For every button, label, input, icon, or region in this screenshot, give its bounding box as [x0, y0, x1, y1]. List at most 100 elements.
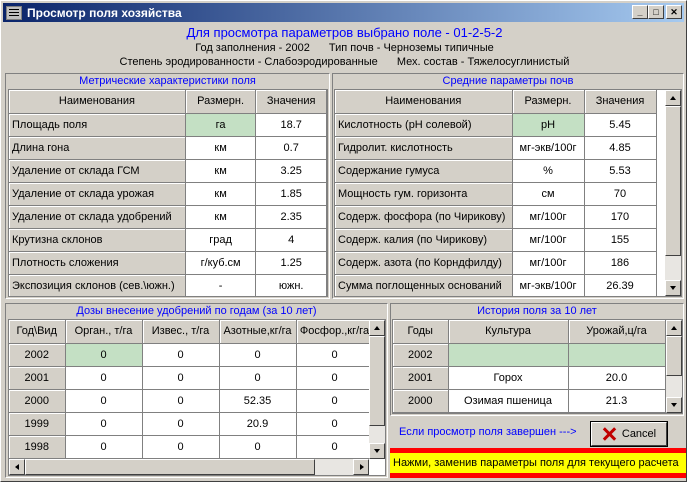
history-cell[interactable]: Горох — [448, 366, 569, 390]
soil-cell[interactable]: Содержание гумуса — [335, 159, 513, 183]
metric-row[interactable]: Экспозиция склонов (сев.\южн.) - южн. — [9, 274, 327, 296]
doses-cell[interactable]: 0 — [219, 343, 297, 367]
soil-row[interactable]: Содерж. фосфора (по Чирикову) мг/100г 170 — [335, 205, 657, 229]
metric-cell[interactable]: южн. — [255, 274, 327, 296]
history-cell[interactable]: Озимая пшеница — [448, 389, 569, 413]
metric-row[interactable]: Удаление от склада урожая км 1.85 — [9, 182, 327, 206]
doses-grid[interactable]: Год\Вид Орган., т/га Извес., т/га Азотные,к… — [8, 319, 386, 476]
doses-cell[interactable]: 0 — [65, 412, 143, 436]
metric-cell[interactable]: град — [185, 228, 257, 252]
doses-cell[interactable]: 0 — [296, 412, 374, 436]
doses-cell[interactable]: 1998 — [9, 435, 66, 459]
doses-cell[interactable]: 0 — [296, 366, 374, 390]
soil-cell[interactable]: 26.39 — [584, 274, 657, 296]
doses-cell[interactable]: 52.35 — [219, 389, 297, 413]
soil-cell[interactable]: мг/100г — [512, 251, 585, 275]
doses-row[interactable]: 2000 0 0 52.35 0 — [9, 389, 374, 413]
doses-cell[interactable]: 0 — [142, 435, 220, 459]
soil-cell[interactable]: Гидролит. кислотность — [335, 136, 513, 160]
metric-cell[interactable]: Крутизна склонов — [9, 228, 186, 252]
scroll-up-icon[interactable] — [666, 320, 682, 336]
history-row[interactable]: 2000 Озимая пшеница 21.3 — [393, 389, 666, 413]
metric-cell[interactable]: Плотность сложения — [9, 251, 186, 275]
history-row[interactable]: 2002 — [393, 343, 666, 367]
doses-cell[interactable]: 0 — [142, 389, 220, 413]
history-col-header[interactable]: Годы — [393, 320, 449, 344]
doses-row[interactable]: 1998 0 0 0 0 — [9, 435, 374, 459]
doses-cell[interactable]: 0 — [65, 343, 143, 367]
metric-cell[interactable]: км — [185, 159, 257, 183]
metric-cell[interactable]: 1.85 — [255, 182, 327, 206]
scroll-up-icon[interactable] — [369, 320, 385, 336]
metric-row[interactable]: Крутизна склонов град 4 — [9, 228, 327, 252]
soil-row[interactable]: Содерж. азота (по Корндфилду) мг/100г 186 — [335, 251, 657, 275]
soil-cell[interactable]: 5.53 — [584, 159, 657, 183]
metric-col-header[interactable]: Размерн. — [185, 90, 257, 114]
metric-cell[interactable]: 2.35 — [255, 205, 327, 229]
metric-col-header[interactable]: Наименования — [9, 90, 186, 114]
scroll-left-icon[interactable] — [9, 459, 25, 475]
doses-vscroll[interactable] — [369, 320, 385, 459]
history-cell[interactable] — [568, 343, 666, 367]
soil-cell[interactable]: Сумма поглощенных оснований — [335, 274, 513, 296]
soil-row[interactable]: Содерж. калия (по Чирикову) мг/100г 155 — [335, 228, 657, 252]
metric-cell[interactable]: Экспозиция склонов (сев.\южн.) — [9, 274, 186, 296]
soil-row[interactable]: Кислотность (pH солевой) pH 5.45 — [335, 113, 657, 137]
title-bar[interactable]: Просмотр поля хозяйства _ □ ✕ — [3, 3, 684, 22]
soil-cell[interactable]: мг-экв/100г — [512, 136, 585, 160]
soil-vscroll[interactable] — [665, 90, 681, 296]
doses-cell[interactable]: 0 — [65, 389, 143, 413]
metric-row[interactable]: Плотность сложения г/куб.см 1.25 — [9, 251, 327, 275]
soil-cell[interactable]: мг/100г — [512, 228, 585, 252]
soil-cell[interactable]: % — [512, 159, 585, 183]
metric-cell[interactable]: Удаление от склада урожая — [9, 182, 186, 206]
history-grid[interactable]: Годы Культура Урожай,ц/га 2002 2001 Горох 20.… — [392, 319, 683, 414]
soil-row[interactable]: Содержание гумуса% 5.53 — [335, 159, 657, 183]
doses-cell[interactable]: 0 — [142, 343, 220, 367]
doses-col-header[interactable]: Орган., т/га — [65, 320, 143, 344]
doses-cell[interactable]: 0 — [296, 435, 374, 459]
doses-cell[interactable]: 1999 — [9, 412, 66, 436]
soil-scroll-thumb[interactable] — [665, 106, 681, 256]
doses-cell[interactable]: 0 — [65, 366, 143, 390]
metric-cell[interactable]: 1.25 — [255, 251, 327, 275]
metric-grid[interactable]: Наименования Размерн. Значения Площадь пол… — [8, 89, 328, 297]
doses-col-header[interactable]: Извес., т/га — [142, 320, 220, 344]
maximize-button[interactable]: □ — [648, 5, 664, 19]
minimize-button[interactable]: _ — [632, 5, 648, 19]
history-cell[interactable]: 20.0 — [568, 366, 666, 390]
doses-col-header[interactable]: Фосфор.,кг/га — [296, 320, 374, 344]
history-col-header[interactable]: Урожай,ц/га — [568, 320, 666, 344]
metric-row[interactable]: Площадь поля га 18.7 — [9, 113, 327, 137]
doses-cell[interactable]: 0 — [219, 435, 297, 459]
soil-cell[interactable]: 4.85 — [584, 136, 657, 160]
close-button[interactable]: ✕ — [666, 5, 682, 19]
doses-hscroll[interactable] — [9, 459, 369, 475]
metric-cell[interactable]: г/куб.см — [185, 251, 257, 275]
doses-cell[interactable]: 0 — [296, 389, 374, 413]
metric-cell[interactable]: 0.7 — [255, 136, 327, 160]
metric-cell[interactable]: Площадь поля — [9, 113, 186, 137]
doses-cell[interactable]: 0 — [296, 343, 374, 367]
soil-cell[interactable]: мг/100г — [512, 205, 585, 229]
soil-col-header[interactable]: Значения — [584, 90, 657, 114]
doses-cell[interactable]: 0 — [65, 435, 143, 459]
doses-cell[interactable]: 0 — [142, 366, 220, 390]
soil-cell[interactable]: pH — [512, 113, 585, 137]
scroll-down-icon[interactable] — [369, 443, 385, 459]
metric-cell[interactable]: км — [185, 205, 257, 229]
doses-cell[interactable]: 20.9 — [219, 412, 297, 436]
doses-cell[interactable]: 2000 — [9, 389, 66, 413]
doses-row[interactable]: 1999 0 0 20.9 0 — [9, 412, 374, 436]
doses-hscroll-thumb[interactable] — [25, 459, 315, 475]
metric-cell[interactable]: км — [185, 136, 257, 160]
cancel-button[interactable]: Cancel — [591, 422, 667, 446]
history-cell[interactable]: 2000 — [393, 389, 449, 413]
metric-row[interactable]: Удаление от склада ГСМ км 3.25 — [9, 159, 327, 183]
history-vscroll[interactable] — [666, 320, 682, 413]
soil-col-header[interactable]: Наименования — [335, 90, 513, 114]
scroll-down-icon[interactable] — [665, 280, 681, 296]
soil-cell[interactable]: мг-экв/100г — [512, 274, 585, 296]
soil-cell[interactable]: 170 — [584, 205, 657, 229]
metric-cell[interactable]: га — [185, 113, 257, 137]
